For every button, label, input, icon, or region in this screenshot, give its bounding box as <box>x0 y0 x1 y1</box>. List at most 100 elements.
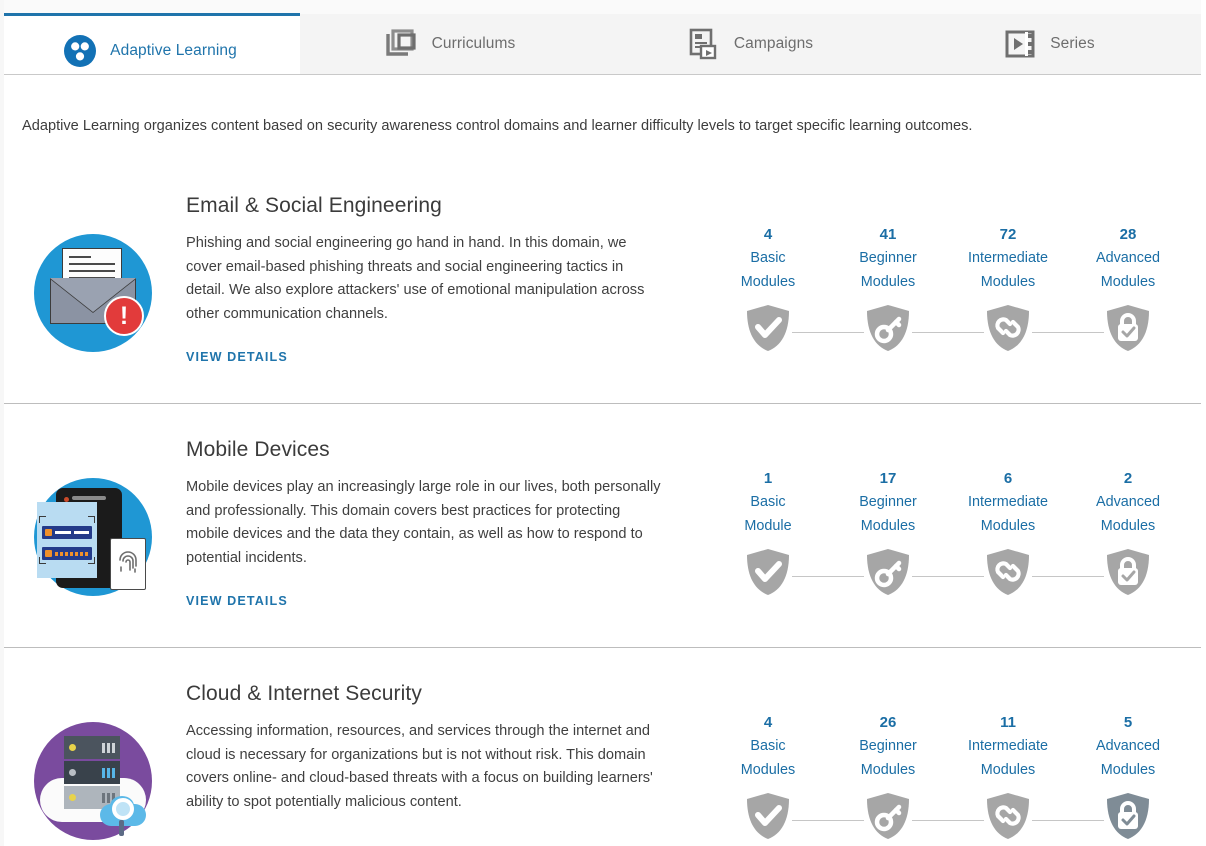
level-unit: Modules <box>860 518 916 534</box>
domain-levels: 4 Basic Modules 26 Beginner Modules 11 I… <box>696 682 1201 844</box>
tab-curriculums[interactable]: Curriculums <box>300 0 600 74</box>
right-gutter <box>1201 0 1206 846</box>
fingerprint-icon <box>119 551 137 573</box>
level-advanced[interactable]: 5 Advanced Modules <box>1068 712 1188 844</box>
domain-title: Email & Social Engineering <box>186 194 442 217</box>
level-advanced[interactable]: 28 Advanced Modules <box>1068 224 1188 356</box>
level-count: 26 <box>879 714 897 731</box>
level-unit: Module <box>744 518 792 534</box>
shield-key-icon <box>865 303 911 358</box>
level-count: 2 <box>1123 470 1133 487</box>
tab-adaptive-learning[interactable]: Adaptive Learning <box>0 13 300 74</box>
view-details-link[interactable]: VIEW DETAILS <box>186 350 288 364</box>
intro-description: Adaptive Learning organizes content base… <box>22 118 973 134</box>
shield-lock-icon <box>1105 791 1151 846</box>
tab-label: Series <box>1050 35 1095 52</box>
level-unit: Modules <box>860 762 916 778</box>
curriculums-icon <box>385 28 419 60</box>
shield-lock-icon <box>1105 547 1151 602</box>
domain-title: Cloud & Internet Security <box>186 682 422 705</box>
level-count: 1 <box>763 470 773 487</box>
level-beginner[interactable]: 41 Beginner Modules <box>828 224 984 358</box>
username-field <box>42 526 92 539</box>
level-beginner[interactable]: 17 Beginner Modules <box>828 468 984 600</box>
domain-levels: 4 Basic Modules 41 Beginner Modules 72 I… <box>696 194 1201 356</box>
level-intermediate[interactable]: 72 Intermediate Modules <box>948 224 1104 358</box>
domain-row: Cloud & Internet Security Accessing info… <box>0 648 1201 846</box>
mobile-phone-fingerprint-illustration <box>34 478 152 596</box>
level-name: Beginner <box>859 738 917 754</box>
shield-link-icon <box>985 547 1031 602</box>
magnifier-cloud-icon <box>100 794 146 836</box>
shield-check-icon <box>745 791 791 846</box>
shield-link-icon <box>985 791 1031 846</box>
level-unit: Modules <box>740 274 796 290</box>
level-beginner[interactable]: 26 Beginner Modules <box>828 712 984 846</box>
level-unit: Modules <box>740 762 796 778</box>
level-count: 17 <box>879 470 897 487</box>
domain-text: Cloud & Internet Security Accessing info… <box>186 682 696 814</box>
level-intermediate[interactable]: 11 Intermediate Modules <box>948 712 1104 846</box>
page-root: Adaptive Learning Curriculums Campaigns … <box>0 0 1206 846</box>
level-name: Intermediate <box>968 738 1048 754</box>
level-count: 4 <box>763 714 773 731</box>
level-basic[interactable]: 1 Basic Module <box>708 468 864 602</box>
shield-link-icon <box>985 303 1031 358</box>
email-envelope-alert-illustration: ! <box>34 234 152 352</box>
shield-check-icon <box>745 547 791 602</box>
domain-text: Mobile Devices Mobile devices play an in… <box>186 438 696 610</box>
tab-campaigns[interactable]: Campaigns <box>600 0 900 74</box>
level-name: Advanced <box>1095 738 1160 754</box>
level-name: Basic <box>750 250 786 266</box>
level-unit: Modules <box>1100 274 1156 290</box>
level-name: Basic <box>750 494 786 510</box>
domain-row: Mobile Devices Mobile devices play an in… <box>0 404 1201 648</box>
level-advanced[interactable]: 2 Advanced Modules <box>1068 468 1188 600</box>
domain-title: Mobile Devices <box>186 438 330 461</box>
level-count: 72 <box>999 226 1017 243</box>
level-basic[interactable]: 4 Basic Modules <box>708 712 864 846</box>
domain-list: ! Email & Social Engineering Phishing an… <box>0 160 1201 846</box>
level-count: 28 <box>1119 226 1137 243</box>
domain-text: Email & Social Engineering Phishing and … <box>186 194 696 366</box>
level-name: Intermediate <box>968 494 1048 510</box>
level-unit: Modules <box>1100 518 1156 534</box>
level-unit: Modules <box>980 274 1036 290</box>
campaigns-icon <box>687 27 721 61</box>
adaptive-learning-icon <box>63 34 97 68</box>
domain-description: Accessing information, resources, and se… <box>186 723 653 810</box>
tab-label: Adaptive Learning <box>110 41 237 59</box>
fingerprint-card <box>110 538 146 590</box>
level-count: 41 <box>879 226 897 243</box>
domain-description: Mobile devices play an increasingly larg… <box>186 479 661 566</box>
level-count: 11 <box>1000 714 1016 731</box>
tab-bar: Adaptive Learning Curriculums Campaigns … <box>0 0 1201 75</box>
series-icon <box>1005 29 1037 59</box>
tab-label: Campaigns <box>733 35 814 52</box>
level-name: Advanced <box>1095 250 1160 266</box>
level-name: Intermediate <box>968 250 1048 266</box>
level-count: 4 <box>763 226 773 243</box>
shield-key-icon <box>865 791 911 846</box>
domain-art <box>0 682 186 840</box>
level-unit: Modules <box>980 518 1036 534</box>
domain-levels: 1 Basic Module 17 Beginner Modules 6 Int… <box>696 438 1201 600</box>
phone-screen <box>37 502 97 578</box>
tab-series[interactable]: Series <box>900 0 1200 74</box>
domain-art <box>0 438 186 596</box>
level-intermediate[interactable]: 6 Intermediate Modules <box>948 468 1104 602</box>
domain-art: ! <box>0 194 186 352</box>
level-unit: Modules <box>860 274 916 290</box>
password-field <box>42 547 92 560</box>
level-basic[interactable]: 4 Basic Modules <box>708 224 864 358</box>
view-details-link[interactable]: VIEW DETAILS <box>186 594 288 608</box>
level-name: Beginner <box>859 494 917 510</box>
phone-speaker <box>72 496 106 500</box>
shield-check-icon <box>745 303 791 358</box>
shield-lock-icon <box>1105 303 1151 358</box>
level-count: 6 <box>1003 470 1013 487</box>
level-unit: Modules <box>980 762 1036 778</box>
level-name: Basic <box>750 738 786 754</box>
level-count: 5 <box>1123 714 1133 731</box>
level-unit: Modules <box>1100 762 1156 778</box>
